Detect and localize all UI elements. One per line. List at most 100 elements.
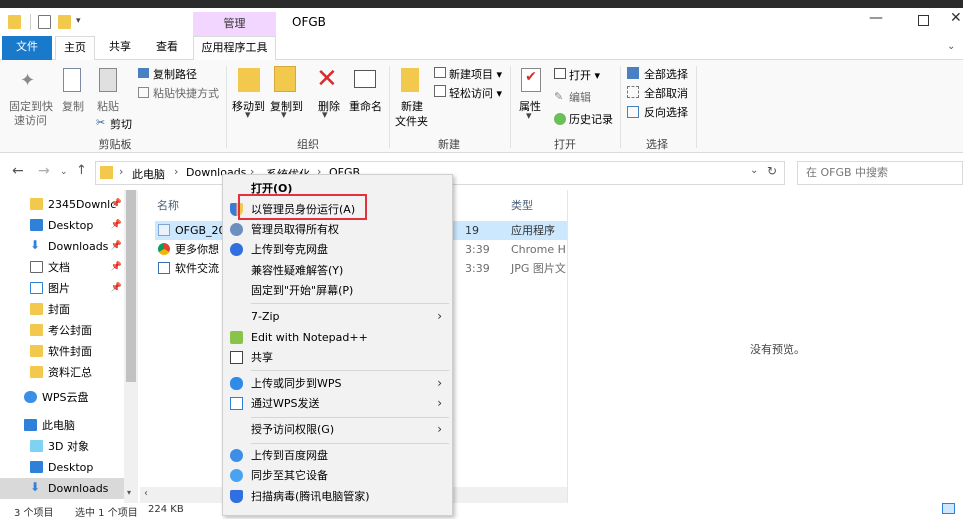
close-icon[interactable]: ✕ bbox=[950, 10, 962, 26]
forward-arrow-icon[interactable]: → bbox=[38, 163, 50, 179]
easy-access-icon[interactable] bbox=[434, 85, 446, 97]
nav-item-software-cover[interactable]: 软件封面 bbox=[0, 341, 128, 362]
tab-share[interactable]: 共享 bbox=[100, 36, 140, 60]
paste-icon[interactable] bbox=[99, 68, 117, 92]
nav-item-desktop[interactable]: Desktop 📌 bbox=[0, 215, 128, 236]
menu-item-pin-to-start[interactable]: 固定到"开始"屏幕(P) bbox=[223, 280, 452, 301]
tab-app-tools[interactable]: 应用程序工具 bbox=[193, 36, 276, 60]
menu-item-notepadpp[interactable]: Edit with Notepad++ bbox=[223, 327, 452, 348]
minimize-icon[interactable]: — bbox=[869, 10, 883, 26]
menu-item-take-ownership[interactable]: 管理员取得所有权 bbox=[223, 219, 452, 240]
new-folder-label[interactable]: 新建 bbox=[401, 98, 423, 114]
menu-item-7zip[interactable]: 7-Zip › bbox=[223, 306, 452, 327]
address-row: ← → ⌄ ↑ › 此电脑 › Downloads › 系统优化 › OFGB … bbox=[0, 158, 963, 188]
new-folder-icon[interactable] bbox=[58, 15, 71, 29]
move-to-dropdown-icon[interactable]: ▾ bbox=[245, 108, 251, 121]
up-arrow-icon[interactable]: ↑ bbox=[76, 163, 87, 178]
cloud-icon bbox=[24, 391, 37, 403]
rename-button[interactable]: 重命名 bbox=[349, 98, 382, 114]
refresh-icon[interactable]: ↻ bbox=[767, 164, 777, 178]
recent-locations-icon[interactable]: ⌄ bbox=[60, 167, 68, 177]
cut-button[interactable]: 剪切 bbox=[110, 116, 132, 132]
new-item-button[interactable]: 新建项目 ▾ bbox=[449, 66, 502, 82]
easy-access-button[interactable]: 轻松访问 ▾ bbox=[449, 85, 502, 101]
invert-selection-icon[interactable] bbox=[627, 106, 639, 118]
nav-item-2345downloads[interactable]: 2345Downlc 📌 bbox=[0, 194, 128, 215]
chevron-down-icon[interactable]: ⌄ bbox=[750, 165, 758, 176]
details-view-icon[interactable] bbox=[942, 503, 955, 514]
collapse-ribbon-icon[interactable]: ⌄ bbox=[947, 41, 955, 52]
delete-dropdown-icon[interactable]: ▾ bbox=[322, 108, 328, 121]
nav-item-downloads-2[interactable]: ⬇ Downloads bbox=[0, 478, 128, 499]
copy-to-dropdown-icon[interactable]: ▾ bbox=[281, 108, 287, 121]
select-none-button[interactable]: 全部取消 bbox=[644, 85, 688, 101]
tab-home[interactable]: 主页 bbox=[55, 36, 95, 60]
search-input[interactable]: 在 OFGB 中搜索 bbox=[797, 161, 963, 185]
nav-item-downloads[interactable]: ⬇ Downloads 📌 bbox=[0, 236, 128, 257]
menu-item-quark-upload[interactable]: 上传到夸克网盘 bbox=[223, 239, 452, 260]
menu-item-sync-devices[interactable]: 同步至其它设备 bbox=[223, 465, 452, 486]
customize-toolbar-icon[interactable]: ▾ bbox=[76, 16, 84, 30]
rename-icon[interactable] bbox=[354, 70, 376, 88]
menu-item-virus-scan[interactable]: 扫描病毒(腾讯电脑管家) bbox=[223, 486, 452, 507]
nav-item-this-pc[interactable]: 此电脑 bbox=[0, 415, 128, 436]
edit-button[interactable]: 编辑 bbox=[569, 89, 591, 105]
edit-icon[interactable]: ✎ bbox=[554, 90, 563, 103]
select-all-icon[interactable] bbox=[627, 67, 639, 79]
nav-item-exam-cover[interactable]: 考公封面 bbox=[0, 320, 128, 341]
maximize-icon[interactable] bbox=[918, 15, 929, 26]
history-icon[interactable] bbox=[554, 113, 566, 125]
menu-item-compat-troubleshoot[interactable]: 兼容性疑难解答(Y) bbox=[223, 260, 452, 281]
scroll-left-icon[interactable]: ‹ bbox=[144, 488, 148, 499]
menu-item-baidu-upload[interactable]: 上传到百度网盘 bbox=[223, 445, 452, 466]
copy-path-button[interactable]: 复制路径 bbox=[153, 66, 197, 82]
new-folder-icon[interactable] bbox=[401, 68, 419, 92]
column-header-name[interactable]: 名称 bbox=[157, 197, 179, 213]
pin-icon[interactable]: ✦ bbox=[20, 70, 38, 92]
tab-view[interactable]: 查看 bbox=[147, 36, 187, 60]
paste-shortcut-icon[interactable] bbox=[138, 87, 149, 98]
scissors-icon[interactable]: ✂ bbox=[96, 116, 105, 129]
pin-label-2[interactable]: 速访问 bbox=[14, 112, 47, 128]
nav-item-cover[interactable]: 封面 bbox=[0, 299, 128, 320]
scroll-down-icon[interactable]: ▾ bbox=[127, 488, 131, 497]
copy-to-icon[interactable] bbox=[274, 66, 296, 92]
menu-item-wps-send[interactable]: 通过WPS发送 › bbox=[223, 393, 452, 414]
nav-item-3d-objects[interactable]: 3D 对象 bbox=[0, 436, 128, 457]
copy-button[interactable]: 复制 bbox=[62, 98, 84, 114]
paste-button[interactable]: 粘贴 bbox=[97, 98, 119, 114]
properties-check-icon[interactable] bbox=[38, 15, 51, 29]
new-item-icon[interactable] bbox=[434, 67, 446, 78]
column-header-type[interactable]: 类型 bbox=[511, 197, 533, 213]
menu-item-share[interactable]: 共享 bbox=[223, 347, 452, 368]
menu-item-wps-sync[interactable]: 上传或同步到WPS › bbox=[223, 373, 452, 394]
nav-item-pictures[interactable]: 图片 📌 bbox=[0, 278, 128, 299]
invert-selection-button[interactable]: 反向选择 bbox=[644, 104, 688, 120]
nav-item-documents[interactable]: 文档 📌 bbox=[0, 257, 128, 278]
download-icon: ⬇ bbox=[30, 480, 41, 494]
chevron-right-icon[interactable]: › bbox=[119, 165, 123, 178]
copy-icon[interactable] bbox=[63, 68, 81, 92]
select-all-button[interactable]: 全部选择 bbox=[644, 66, 688, 82]
nav-scrollbar-thumb[interactable] bbox=[126, 190, 136, 382]
properties-dropdown-icon[interactable]: ▾ bbox=[526, 109, 532, 122]
open-icon[interactable] bbox=[554, 68, 566, 79]
nav-item-materials[interactable]: 资料汇总 bbox=[0, 362, 128, 383]
breadcrumb-this-pc[interactable]: 此电脑 bbox=[132, 166, 165, 182]
history-button[interactable]: 历史记录 bbox=[569, 111, 613, 127]
back-arrow-icon[interactable]: ← bbox=[12, 163, 24, 179]
select-none-icon[interactable] bbox=[627, 86, 639, 98]
menu-item-grant-access[interactable]: 授予访问权限(G) › bbox=[223, 419, 452, 440]
paste-shortcut-button[interactable]: 粘贴快捷方式 bbox=[153, 85, 219, 101]
move-to-icon[interactable] bbox=[238, 68, 260, 92]
open-button[interactable]: 打开 ▾ bbox=[569, 67, 600, 83]
new-folder-label-2[interactable]: 文件夹 bbox=[395, 113, 428, 129]
properties-icon[interactable]: ✔ bbox=[521, 68, 541, 92]
nav-item-desktop-2[interactable]: Desktop bbox=[0, 457, 128, 478]
nav-item-wps-cloud[interactable]: WPS云盘 bbox=[0, 387, 128, 408]
chevron-right-icon[interactable]: › bbox=[174, 165, 178, 178]
copy-path-icon[interactable] bbox=[138, 68, 149, 78]
tab-file[interactable]: 文件 bbox=[2, 36, 52, 60]
delete-icon[interactable]: ✕ bbox=[316, 64, 338, 94]
menu-separator bbox=[251, 443, 449, 444]
